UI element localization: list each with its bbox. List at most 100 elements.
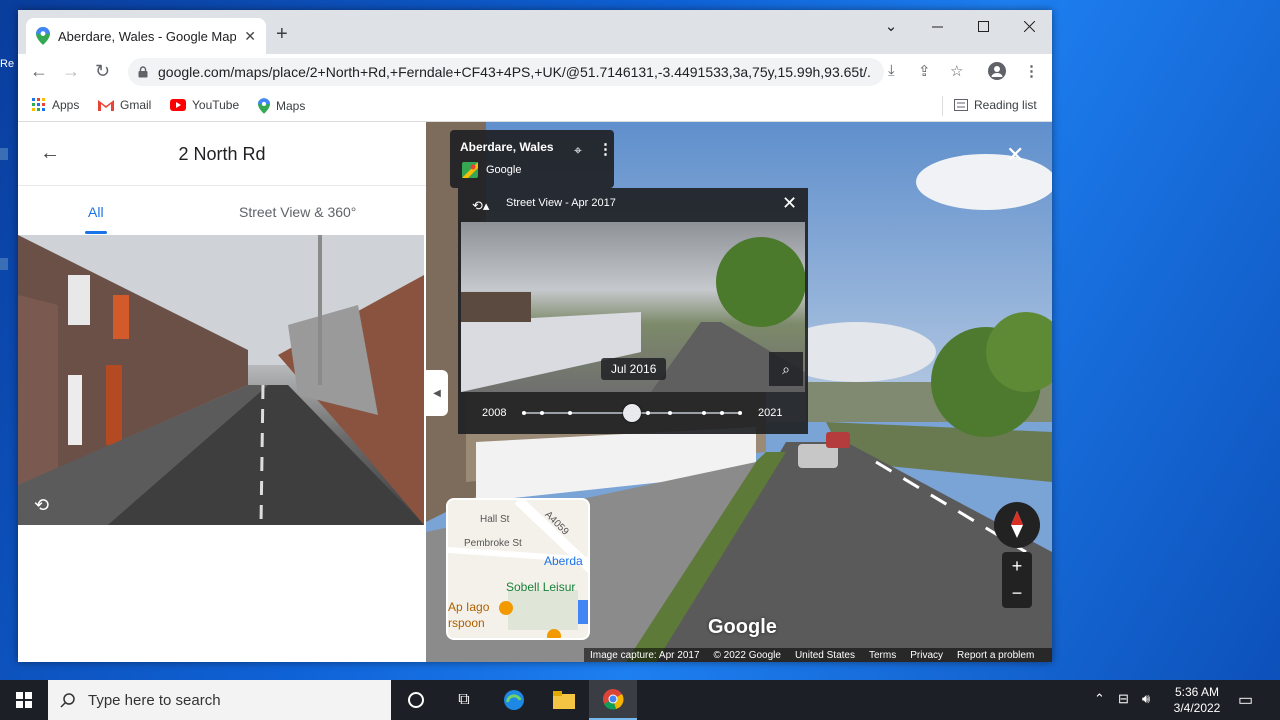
range-end: 2021 (758, 407, 783, 419)
desktop-icon-fragment (0, 148, 8, 160)
clock[interactable]: 5:36 AM 3/4/2022 (1166, 684, 1228, 716)
bookmark-youtube[interactable]: YouTube (170, 98, 239, 112)
youtube-icon (170, 99, 186, 111)
pin-icon[interactable]: ⌖ (574, 142, 582, 159)
tab-search-icon[interactable]: ⌄ (868, 10, 914, 42)
collapse-panel-button[interactable]: ◀ (426, 370, 448, 416)
location-name: Aberdare, Wales (460, 140, 554, 154)
bookmark-label: Gmail (120, 98, 152, 112)
volume-icon[interactable]: 🔊︎ (1142, 691, 1150, 707)
edge-icon[interactable] (490, 680, 538, 720)
copyright: © 2022 Google (713, 649, 781, 661)
map-label: Aberda (544, 554, 583, 568)
tab-title: Aberdare, Wales - Google Maps (58, 28, 237, 44)
close-street-view-icon[interactable]: ✕ (1006, 142, 1024, 168)
network-icon[interactable]: ⊟ (1118, 691, 1129, 707)
desktop-icon-fragment: Re (0, 58, 15, 70)
chrome-icon[interactable] (589, 680, 637, 720)
bookmark-apps[interactable]: Apps (32, 98, 79, 112)
bookmarks-bar: Apps Gmail YouTube Maps Reading list (18, 90, 1052, 122)
lock-icon (138, 66, 148, 78)
notification-icon[interactable]: ▭ (1238, 690, 1253, 710)
thumbnail-date: Jul 2016 (601, 358, 667, 380)
browser-window: Aberdare, Wales - Google Maps ✕ + ⌄ ← → … (18, 10, 1052, 662)
street-photo-image (18, 235, 424, 525)
address-bar[interactable]: google.com/maps/place/2+North+Rd,+Fernda… (128, 58, 884, 86)
slider-knob[interactable] (623, 404, 641, 422)
photo-tabs: All Street View & 360° (18, 186, 426, 234)
bookmark-maps[interactable]: Maps (258, 98, 305, 114)
street-photo[interactable]: ⟲ (18, 235, 424, 525)
apps-grid-icon (32, 98, 45, 111)
bookmark-label: Apps (52, 98, 80, 112)
taskbar-search[interactable]: Type here to search (48, 680, 391, 720)
location-card: Aberdare, Wales Google ⌖ ⋮ (450, 130, 614, 188)
reading-list-button[interactable]: Reading list (954, 98, 1037, 112)
browser-toolbar: ← → ↻ google.com/maps/place/2+North+Rd,+… (18, 54, 1052, 90)
reload-icon[interactable]: ↻ (95, 61, 110, 82)
region-link[interactable]: United States (795, 650, 855, 661)
start-button[interactable] (0, 680, 48, 720)
windows-logo-icon (16, 692, 32, 708)
file-explorer-icon[interactable] (540, 680, 588, 720)
maps-content: ← 2 North Rd All Street View & 360° ⟲ ◀ … (18, 122, 1052, 662)
gmail-icon (98, 100, 114, 111)
forward-icon[interactable]: → (62, 61, 80, 82)
attribution-footer: Image capture: Apr 2017 © 2022 Google Un… (584, 648, 1052, 662)
provider-name: Google (486, 164, 522, 176)
cortana-icon[interactable] (392, 680, 440, 720)
range-start: 2008 (482, 407, 507, 419)
bookmark-label: YouTube (192, 98, 240, 112)
bookmark-star-icon[interactable]: ☆ (950, 62, 963, 80)
task-view-icon[interactable]: ⧉ (440, 680, 488, 720)
history-icon[interactable]: ⟲▴ (472, 198, 489, 214)
zoom-in-button[interactable]: + (1002, 552, 1032, 580)
time-travel-panel: ⟲▴ Street View - Apr 2017 ✕ Jul 2016 ⌕ 2… (458, 188, 808, 434)
new-tab-button[interactable]: + (276, 23, 288, 46)
privacy-link[interactable]: Privacy (910, 650, 943, 661)
more-options-icon[interactable]: ⋮ (598, 140, 613, 158)
share-icon[interactable]: ⇪ (918, 62, 931, 80)
close-time-travel-icon[interactable]: ✕ (782, 193, 797, 214)
maximize-button[interactable] (960, 10, 1006, 42)
report-problem-link[interactable]: Report a problem (957, 650, 1034, 661)
map-label: Hall St (480, 514, 510, 525)
tab-street-view[interactable]: Street View & 360° (239, 204, 356, 220)
map-label: Ap Iago (448, 600, 490, 614)
time-travel-header: Street View - Apr 2017 (506, 197, 616, 209)
maps-icon (258, 98, 270, 114)
image-capture-date: Image capture: Apr 2017 (590, 649, 700, 661)
map-label: Pembroke St (464, 538, 522, 549)
time-travel-thumbnail[interactable]: Jul 2016 ⌕ (461, 222, 805, 392)
street-view[interactable]: Aberdare, Wales Google ⌖ ⋮ ✕ ⟲▴ Street V… (426, 122, 1052, 662)
minimize-button[interactable] (914, 10, 960, 42)
reading-list-icon (954, 99, 968, 111)
mini-map[interactable]: Hall St A4059 Pembroke St Aberda Sobell … (446, 498, 590, 640)
search-icon (60, 693, 75, 708)
place-title: 2 North Rd (178, 144, 266, 164)
back-icon[interactable]: ← (30, 61, 48, 82)
google-logo: Google (708, 616, 777, 638)
close-tab-icon[interactable]: ✕ (244, 28, 256, 45)
tab-google-maps[interactable]: Aberdare, Wales - Google Maps ✕ (26, 18, 266, 54)
taskbar: Type here to search ⧉ ⌃ ⊟ 🔊︎ 5:36 AM 3/4… (0, 680, 1280, 720)
map-label: Sobell Leisur (506, 580, 576, 594)
360-rotate-icon: ⟲ (34, 495, 50, 515)
install-icon[interactable]: ⤓ (888, 62, 895, 79)
reading-list-label: Reading list (974, 98, 1037, 112)
close-window-button[interactable] (1006, 10, 1052, 42)
zoom-thumbnail-icon[interactable]: ⌕ (769, 352, 803, 386)
time-slider[interactable] (522, 404, 742, 422)
search-placeholder: Type here to search (88, 691, 221, 709)
terms-link[interactable]: Terms (869, 650, 896, 661)
zoom-out-button[interactable]: − (1002, 580, 1032, 608)
clock-date: 3/4/2022 (1173, 701, 1221, 715)
tab-all[interactable]: All (85, 204, 107, 234)
menu-kebab-icon[interactable]: ⋮ (1024, 62, 1039, 80)
compass-icon[interactable] (994, 502, 1040, 548)
profile-avatar[interactable] (988, 62, 1006, 84)
bookmark-gmail[interactable]: Gmail (98, 98, 151, 112)
panel-header: ← 2 North Rd (18, 122, 426, 186)
url-text: google.com/maps/place/2+North+Rd,+Fernda… (158, 64, 870, 80)
tray-chevron-icon[interactable]: ⌃ (1094, 691, 1105, 707)
